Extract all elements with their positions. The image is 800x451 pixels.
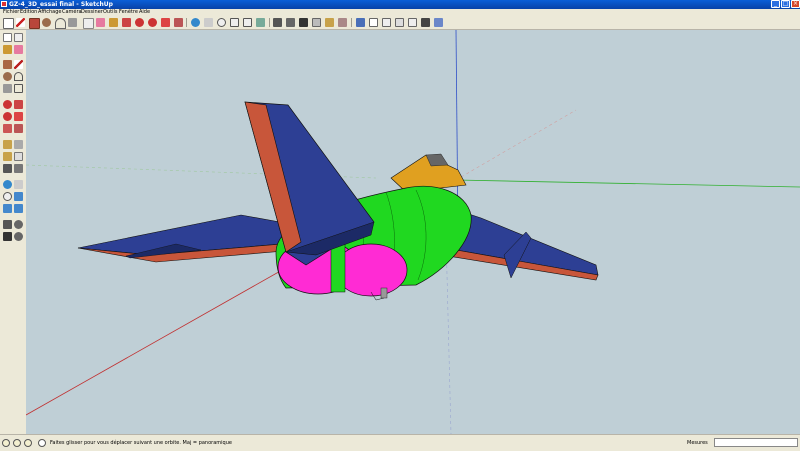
3d-text-icon[interactable] [14, 164, 23, 173]
arc-icon[interactable] [14, 72, 23, 81]
blue-axis-dashed [445, 234, 452, 434]
zoom-extents-icon[interactable] [3, 204, 12, 213]
window-title-bar: GZ-4_3D_essai final - SketchUp _ □ × [0, 0, 800, 9]
back-view-icon[interactable] [408, 18, 417, 27]
move-icon[interactable] [3, 100, 12, 109]
offset-icon[interactable] [174, 18, 183, 27]
select-icon[interactable] [3, 33, 12, 42]
maximize-button[interactable]: □ [781, 0, 790, 8]
follow-me-icon[interactable] [161, 18, 170, 27]
offset-icon[interactable] [14, 124, 23, 133]
eraser-icon[interactable] [14, 45, 23, 54]
menu-outils[interactable]: Outils [103, 9, 117, 16]
menu-camera[interactable]: Caméra [62, 9, 82, 16]
front-view-icon[interactable] [382, 18, 391, 27]
circle-icon[interactable] [42, 18, 51, 27]
measurements-label: Mesures [687, 440, 708, 446]
walk-icon[interactable] [299, 18, 308, 27]
menu-dessiner[interactable]: Dessiner [81, 9, 103, 16]
look-around-icon[interactable] [14, 220, 23, 229]
tape-measure-icon[interactable] [3, 140, 12, 149]
status-hint: Faites glisser pour vous déplacer suivan… [50, 440, 232, 446]
right-view-icon[interactable] [395, 18, 404, 27]
axes-icon[interactable] [3, 164, 12, 173]
menu-fichier[interactable]: Fichier [3, 9, 19, 16]
left-view-icon[interactable] [421, 18, 430, 27]
status-bar: Faites glisser pour vous déplacer suivan… [0, 434, 800, 451]
left-tool-palette [0, 30, 27, 434]
polygon-icon[interactable] [68, 18, 77, 27]
pan-icon[interactable] [14, 180, 23, 189]
section-plane-icon[interactable] [325, 18, 334, 27]
make-component-icon[interactable] [83, 18, 94, 29]
zoom-icon[interactable] [3, 192, 12, 201]
right-engine-nozzle [334, 243, 408, 297]
main-toolbar [0, 16, 800, 30]
red-axis-line [26, 264, 292, 416]
nozzle-divider [330, 241, 346, 293]
top-view-icon[interactable] [369, 18, 378, 27]
section-plane-icon[interactable] [14, 232, 23, 241]
text-icon[interactable] [14, 152, 23, 161]
circle-icon[interactable] [3, 72, 12, 81]
paint-bucket-icon[interactable] [109, 18, 118, 27]
bottom-view-icon[interactable] [434, 18, 443, 27]
pencil-line-icon[interactable] [16, 18, 25, 27]
menu-bar: Fichier Edition Affichage Caméra Dessine… [0, 9, 800, 16]
modeling-viewport[interactable] [26, 30, 800, 434]
menu-aide[interactable]: Aide [139, 9, 150, 16]
zoom-icon[interactable] [217, 18, 226, 27]
move-icon[interactable] [135, 18, 144, 27]
zoom-window-icon[interactable] [230, 18, 239, 27]
eraser-icon[interactable] [96, 18, 105, 27]
menu-edition[interactable]: Edition [20, 9, 37, 16]
dimension-icon[interactable] [338, 18, 347, 27]
zoom-window-icon[interactable] [14, 192, 23, 201]
green-axis-line [455, 179, 800, 188]
user-icon[interactable] [24, 439, 32, 447]
previous-view-icon[interactable] [256, 18, 265, 27]
position-camera-icon[interactable] [3, 220, 12, 229]
window-title: GZ-4_3D_essai final - SketchUp [9, 1, 113, 8]
rectangle-icon[interactable] [3, 60, 12, 69]
polygon-icon[interactable] [3, 84, 12, 93]
push-pull-icon[interactable] [122, 18, 131, 27]
protractor-icon[interactable] [3, 152, 12, 161]
line-icon[interactable] [14, 60, 23, 69]
scale-icon[interactable] [3, 124, 12, 133]
paint-icon[interactable] [3, 45, 12, 54]
rectangle-icon[interactable] [29, 18, 40, 29]
look-around-icon[interactable] [312, 18, 321, 27]
zoom-extents-icon[interactable] [243, 18, 252, 27]
follow-me-icon[interactable] [14, 112, 23, 121]
minimize-button[interactable]: _ [771, 0, 780, 8]
previous-view-icon[interactable] [14, 204, 23, 213]
iso-view-icon[interactable] [356, 18, 365, 27]
orbit-icon[interactable] [3, 180, 12, 189]
dimension-icon[interactable] [14, 140, 23, 149]
arc-icon[interactable] [55, 18, 66, 29]
rotate-icon[interactable] [3, 112, 12, 121]
orbit-icon[interactable] [191, 18, 200, 27]
freehand-icon[interactable] [14, 84, 23, 93]
select-arrow-icon[interactable] [3, 18, 14, 29]
measurements-input[interactable] [714, 438, 798, 447]
push-pull-icon[interactable] [14, 100, 23, 109]
next-view-icon[interactable] [273, 18, 282, 27]
walk-icon[interactable] [3, 232, 12, 241]
close-button[interactable]: × [791, 0, 800, 8]
credits-icon[interactable] [13, 439, 21, 447]
menu-fenetre[interactable]: Fenêtre [119, 9, 138, 16]
rotate-icon[interactable] [148, 18, 157, 27]
geo-location-icon[interactable] [2, 439, 10, 447]
pan-icon[interactable] [204, 18, 213, 27]
red-axis-dashed [455, 109, 577, 181]
3d-model-canvas[interactable] [26, 30, 800, 434]
sketchup-app-icon [1, 1, 7, 7]
help-icon[interactable] [38, 439, 46, 447]
tail-hook [380, 287, 388, 299]
menu-affichage[interactable]: Affichage [38, 9, 62, 16]
position-camera-icon[interactable] [286, 18, 295, 27]
component-icon[interactable] [14, 33, 23, 42]
